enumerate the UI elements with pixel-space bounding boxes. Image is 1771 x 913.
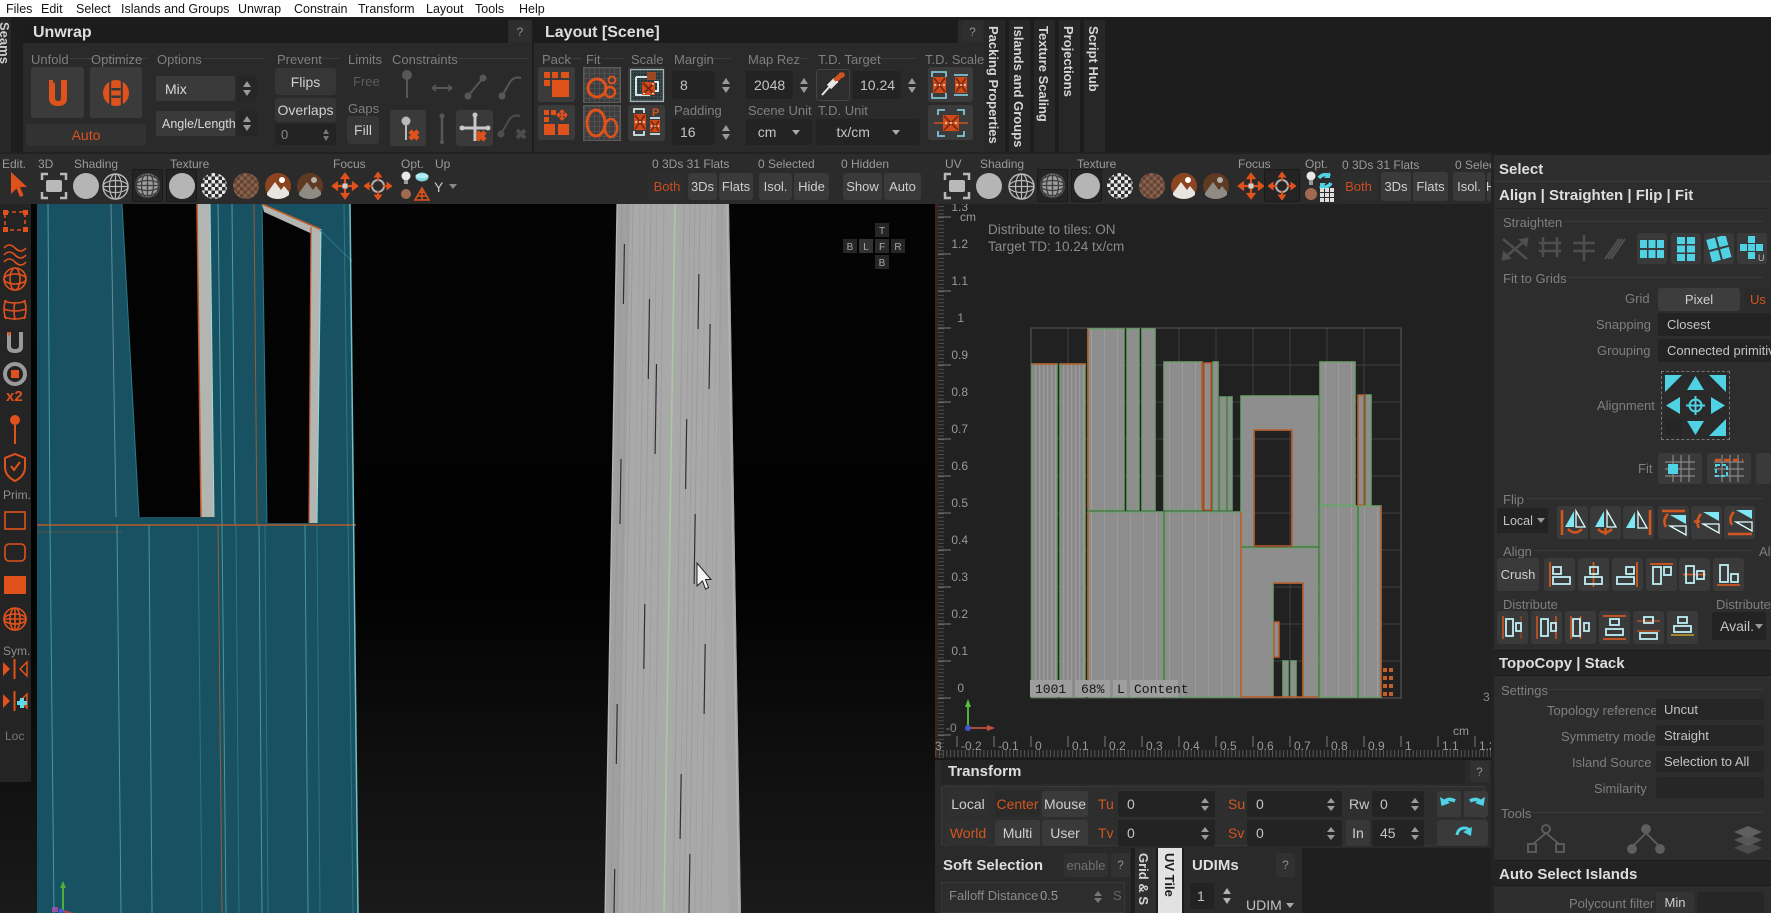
svg-text:x2: x2 xyxy=(6,388,23,405)
svg-text:1: 1 xyxy=(957,311,964,325)
svg-text:0: 0 xyxy=(957,681,964,695)
svg-text:T: T xyxy=(879,226,885,237)
svg-text:1.2: 1.2 xyxy=(1479,739,1491,753)
svg-text:cm: cm xyxy=(1453,724,1469,738)
svg-text:cm: cm xyxy=(960,210,976,224)
svg-text:B: B xyxy=(879,258,886,269)
svg-text:-0.2: -0.2 xyxy=(961,739,982,753)
svg-text:3: 3 xyxy=(1483,690,1490,704)
svg-text:1001: 1001 xyxy=(1035,682,1066,697)
svg-text:U: U xyxy=(1758,253,1765,263)
svg-text:68%: 68% xyxy=(1081,682,1105,697)
svg-text:0.5: 0.5 xyxy=(951,496,968,510)
svg-text:Content: Content xyxy=(1134,682,1189,697)
svg-text:R: R xyxy=(894,242,901,253)
svg-text:0.1: 0.1 xyxy=(951,644,968,658)
svg-text:-0.1: -0.1 xyxy=(998,739,1019,753)
svg-text:L: L xyxy=(863,242,869,253)
svg-text:0.3: 0.3 xyxy=(951,570,968,584)
svg-text:1.2: 1.2 xyxy=(951,237,968,251)
svg-text:Distribute to tiles: ON: Distribute to tiles: ON xyxy=(988,222,1116,237)
svg-text:1.1: 1.1 xyxy=(951,274,968,288)
svg-text:0.4: 0.4 xyxy=(951,533,968,547)
svg-text:0.8: 0.8 xyxy=(951,385,968,399)
svg-text:F: F xyxy=(879,242,885,253)
svg-text:L: L xyxy=(1117,682,1125,697)
svg-text:-0: -0 xyxy=(946,721,957,735)
svg-text:0.2: 0.2 xyxy=(951,607,968,621)
svg-text:0.6: 0.6 xyxy=(951,459,968,473)
svg-text:0.7: 0.7 xyxy=(951,422,968,436)
svg-text:B: B xyxy=(847,242,854,253)
svg-text:Target TD: 10.24 tx/cm: Target TD: 10.24 tx/cm xyxy=(988,239,1124,254)
svg-text:0.9: 0.9 xyxy=(951,348,968,362)
